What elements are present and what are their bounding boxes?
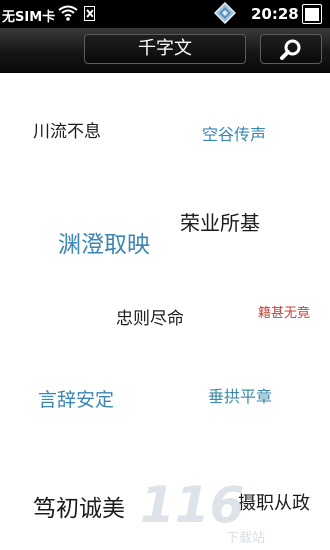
phrase-zhong-ze-jin-ming[interactable]: 忠则尽命 <box>116 304 184 329</box>
search-button[interactable] <box>260 34 322 64</box>
phrase-yan-ci-an-ding[interactable]: 言辞安定 <box>38 385 114 412</box>
carrier-label: 无SIM卡 <box>2 10 56 25</box>
clock: 20:28 <box>251 5 299 23</box>
title-bar: 千字文 <box>0 28 330 73</box>
phrase-kong-gu-chuan-sheng[interactable]: 空谷传声 <box>202 121 266 145</box>
phrase-du-chu-cheng-mei[interactable]: 笃初诚美 <box>33 489 125 523</box>
phrase-ji-shen-wu-jing[interactable]: 籍甚无竟 <box>258 302 310 321</box>
phrase-yuan-cheng-qu-ying[interactable]: 渊澄取映 <box>58 225 150 259</box>
phrase-chui-gong-ping-zhang[interactable]: 垂拱平章 <box>208 383 272 407</box>
watermark-logo: 116 下载站 <box>140 478 265 546</box>
wifi-icon <box>58 5 78 21</box>
phrase-rong-ye-suo-ji[interactable]: 荣业所基 <box>180 207 260 236</box>
page-title: 千字文 <box>84 34 246 64</box>
watermark-text: 116 <box>140 478 244 534</box>
gem-icon <box>214 2 236 24</box>
no-sim-icon <box>84 6 95 21</box>
watermark-subtext: 下载站 <box>226 531 265 546</box>
battery-icon <box>302 4 322 24</box>
status-bar: 无SIM卡 20:28 <box>0 0 330 28</box>
search-icon <box>280 39 301 60</box>
phrase-chuan-liu-bu-xi[interactable]: 川流不息 <box>33 117 101 142</box>
